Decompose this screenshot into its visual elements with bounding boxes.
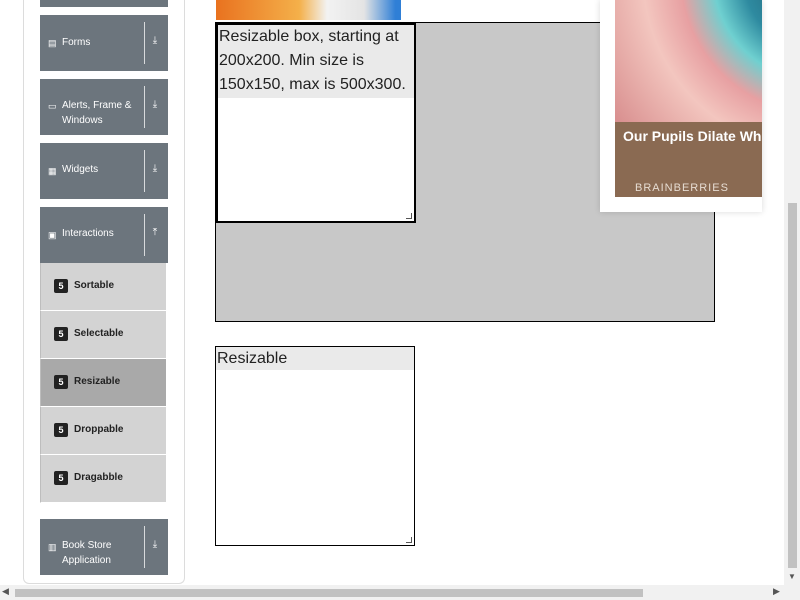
- sidebar-item-label: Dragabble: [74, 472, 123, 483]
- html5-icon: 5: [54, 279, 68, 293]
- expand-arrow-icon: ⤓: [152, 35, 158, 46]
- resizable-box-text: Resizable box, starting at 200x200. Min …: [218, 25, 414, 98]
- sidebar-item-selectable[interactable]: 5 Selectable: [40, 311, 166, 359]
- sidebar-item-droppable[interactable]: 5 Droppable: [40, 407, 166, 455]
- expand-arrow-icon: ⤓: [152, 163, 158, 174]
- sidebar-item-label: Resizable: [74, 376, 121, 387]
- resizable-box-free[interactable]: Resizable: [215, 346, 415, 546]
- bookstore-icon: ▥: [48, 542, 57, 552]
- sidebar-item-label: Selectable: [74, 328, 124, 339]
- expand-arrow-icon: ⤓: [152, 539, 158, 550]
- window-icon: ▭: [48, 101, 57, 111]
- sidebar-group-label: Widgets: [62, 164, 99, 175]
- resize-handle-icon[interactable]: [406, 537, 412, 543]
- html5-icon: 5: [54, 423, 68, 437]
- sidebar-group-forms[interactable]: ▤ Forms ⤓: [40, 15, 168, 71]
- resizable-box-text: Resizable: [216, 347, 414, 370]
- group-divider: [144, 22, 145, 64]
- group-divider: [144, 150, 145, 192]
- sidebar-group-book-store[interactable]: ▥ Book Store Application ⤓: [40, 519, 168, 575]
- sidebar-group-label: Interactions: [62, 228, 114, 239]
- sidebar-item-resizable[interactable]: 5 Resizable: [40, 359, 166, 407]
- horizontal-scroll-thumb[interactable]: [15, 589, 643, 597]
- scroll-down-icon[interactable]: ▼: [786, 572, 798, 582]
- group-divider: [144, 86, 145, 128]
- sidebar-group-widgets[interactable]: ▦ Widgets ⤓: [40, 143, 168, 199]
- ad-brand: BRAINBERRIES: [635, 182, 729, 194]
- vertical-scroll-thumb[interactable]: [788, 203, 797, 568]
- resizable-box-with-restriction[interactable]: Resizable box, starting at 200x200. Min …: [216, 23, 416, 223]
- expand-arrow-icon: ⤓: [152, 99, 158, 110]
- scroll-right-icon[interactable]: ▶: [773, 586, 783, 597]
- sidebar-group-interactions[interactable]: ▣ Interactions ⤒: [40, 207, 168, 263]
- banner-image: [216, 0, 401, 20]
- form-icon: ▤: [48, 38, 57, 48]
- page: ▤ Forms ⤓ ▭ Alerts, Frame & Windows ⤓ ▦ …: [0, 0, 800, 600]
- sidebar-group-alerts-frame-windows[interactable]: ▭ Alerts, Frame & Windows ⤓: [40, 79, 168, 135]
- html5-icon: 5: [54, 327, 68, 341]
- sidebar-item-dragabble[interactable]: 5 Dragabble: [40, 455, 166, 503]
- group-divider: [144, 526, 145, 568]
- group-divider: [144, 214, 145, 256]
- collapse-arrow-icon: ⤒: [152, 227, 158, 238]
- sidebar-group-label: Alerts, Frame & Windows: [62, 100, 132, 126]
- scroll-left-icon[interactable]: ◀: [2, 586, 12, 597]
- advertisement[interactable]: Our Pupils Dilate When We See Our Loved …: [600, 0, 762, 212]
- grid-icon: ▦: [48, 166, 57, 176]
- ad-image[interactable]: [615, 0, 762, 122]
- sidebar-group-label: Forms: [62, 37, 91, 48]
- sidebar-group-label: Book Store Application: [62, 540, 112, 566]
- ad-content[interactable]: Our Pupils Dilate When We See Our Loved …: [615, 0, 762, 197]
- ad-headline[interactable]: Our Pupils Dilate When We See Our Loved …: [623, 128, 762, 144]
- interactions-icon: ▣: [48, 230, 57, 240]
- sidebar-item-sortable[interactable]: 5 Sortable: [40, 263, 166, 311]
- html5-icon: 5: [54, 471, 68, 485]
- sidebar-group-elements[interactable]: [40, 0, 168, 7]
- html5-icon: 5: [54, 375, 68, 389]
- sidebar-item-label: Sortable: [74, 280, 115, 291]
- resize-handle-icon[interactable]: [406, 213, 412, 219]
- sidebar-item-label: Droppable: [74, 424, 124, 435]
